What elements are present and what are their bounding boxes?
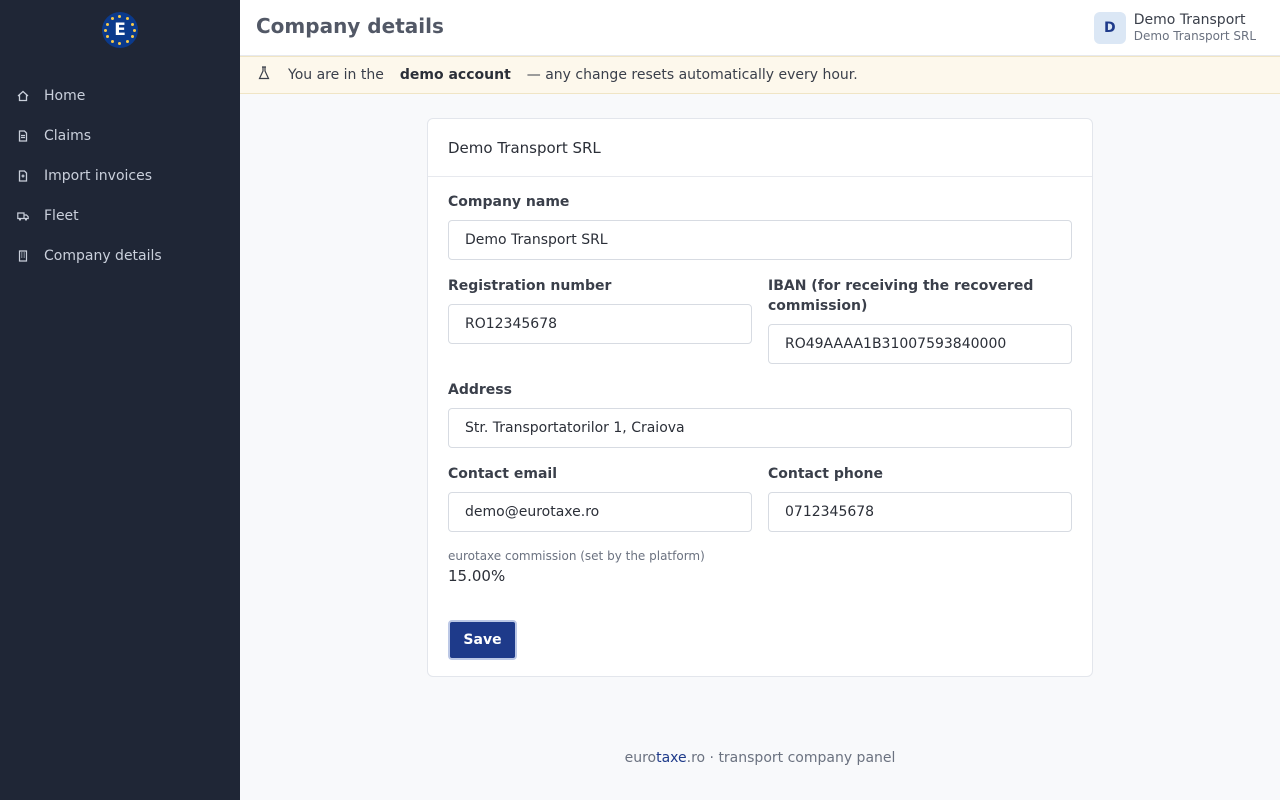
sidebar-item-label: Import invoices bbox=[44, 168, 153, 184]
sidebar-item-label: Claims bbox=[44, 128, 92, 144]
contact-email-label: Contact email bbox=[448, 466, 557, 482]
demo-banner: You are in the demo account — any change… bbox=[240, 56, 1280, 94]
user-menu[interactable]: D Demo Transport Demo Transport SRL bbox=[1093, 12, 1256, 44]
sidebar-item-company-details[interactable]: Company details bbox=[0, 236, 240, 276]
truck-icon bbox=[16, 209, 30, 223]
footer-brand-taxe: taxe bbox=[656, 750, 687, 766]
commission-value: 15.00% bbox=[448, 567, 506, 585]
flask-icon bbox=[258, 66, 270, 80]
sidebar-item-claims[interactable]: Claims bbox=[0, 116, 240, 156]
iban-field[interactable] bbox=[768, 324, 1072, 364]
footer-tagline: .ro · transport company panel bbox=[686, 750, 896, 766]
footer: eurotaxe.ro · transport company panel bbox=[240, 750, 1280, 766]
user-company: Demo Transport SRL bbox=[1133, 29, 1256, 43]
banner-demo-account: demo account bbox=[399, 67, 511, 83]
sidebar-item-label: Company details bbox=[44, 248, 162, 264]
commission-label: eurotaxe commission (set by the platform… bbox=[448, 549, 705, 563]
card-title: Demo Transport SRL bbox=[428, 119, 1092, 177]
company-details-card: Demo Transport SRL Company name Registra… bbox=[427, 118, 1093, 677]
document-icon bbox=[16, 129, 30, 143]
contact-phone-label: Contact phone bbox=[768, 466, 883, 482]
logo-letter: E bbox=[114, 20, 126, 40]
iban-label: IBAN (for receiving the recovered commis… bbox=[768, 278, 1034, 314]
sidebar-item-import-invoices[interactable]: Import invoices bbox=[0, 156, 240, 196]
sidebar-nav: Home Claims Import invoices Fleet Compan… bbox=[0, 76, 240, 276]
address-label: Address bbox=[448, 382, 512, 398]
eurotaxe-logo[interactable]: E bbox=[102, 12, 138, 48]
contact-phone-field[interactable] bbox=[768, 492, 1072, 532]
avatar[interactable]: D bbox=[1093, 12, 1126, 44]
building-icon bbox=[16, 249, 30, 263]
company-name-label: Company name bbox=[448, 194, 570, 210]
save-button[interactable]: Save bbox=[448, 620, 517, 660]
sidebar-item-label: Home bbox=[44, 88, 86, 104]
contact-email-field[interactable] bbox=[448, 492, 752, 532]
user-info: Demo Transport Demo Transport SRL bbox=[1134, 12, 1256, 44]
file-icon bbox=[16, 169, 30, 183]
top-header: Company details D Demo Transport Demo Tr… bbox=[240, 0, 1280, 56]
user-name: Demo Transport bbox=[1133, 12, 1246, 28]
sidebar: E Home Claims Import invoices Fleet Comp… bbox=[0, 0, 240, 800]
company-name-field[interactable] bbox=[448, 220, 1072, 260]
sidebar-item-fleet[interactable]: Fleet bbox=[0, 196, 240, 236]
registration-number-label: Registration number bbox=[448, 278, 612, 294]
banner-prefix: You are in the bbox=[288, 67, 384, 83]
sidebar-item-label: Fleet bbox=[44, 208, 79, 224]
banner-suffix: — any change resets automatically every … bbox=[526, 67, 858, 83]
page-title: Company details bbox=[256, 14, 444, 38]
address-field[interactable] bbox=[448, 408, 1072, 448]
home-icon bbox=[16, 89, 30, 103]
sidebar-item-home[interactable]: Home bbox=[0, 76, 240, 116]
registration-number-field[interactable] bbox=[448, 304, 752, 344]
footer-brand-euro: euro bbox=[624, 750, 657, 766]
